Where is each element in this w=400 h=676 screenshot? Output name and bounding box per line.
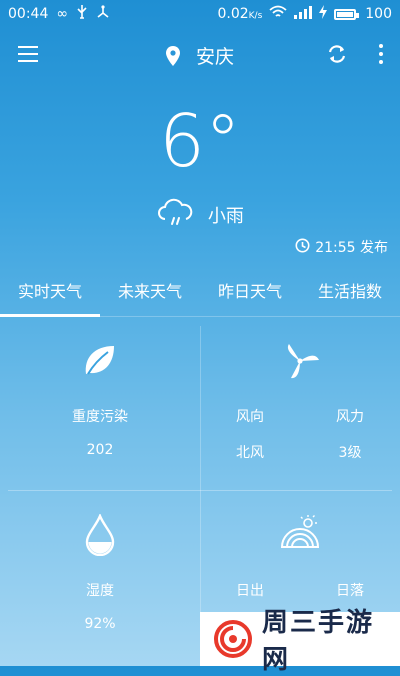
humidity-value: 92% bbox=[84, 616, 116, 632]
tab-life-index[interactable]: 生活指数 bbox=[300, 270, 400, 316]
tab-future[interactable]: 未来天气 bbox=[100, 270, 200, 316]
weather-condition: 小雨 bbox=[0, 198, 400, 233]
battery-icon bbox=[334, 8, 360, 20]
publish-time-text: 21:55 发布 bbox=[315, 240, 388, 256]
pollution-label: 重度污染 bbox=[72, 409, 128, 425]
horizontal-divider bbox=[8, 490, 392, 491]
tab-yesterday[interactable]: 昨日天气 bbox=[200, 270, 300, 316]
status-bar: 00:44 ∞ 0.02K/s 100 bbox=[0, 0, 400, 26]
wind-direction-label: 风向 bbox=[236, 409, 264, 425]
top-bar: 安庆 bbox=[0, 38, 400, 72]
wind-force-value: 3级 bbox=[338, 445, 362, 461]
more-icon[interactable] bbox=[378, 44, 384, 68]
watermark-logo: 周三手游网 bbox=[200, 608, 400, 675]
water-drop-icon bbox=[0, 512, 200, 560]
humidity-label: 湿度 bbox=[86, 583, 114, 599]
network-speed: 0.02K/s bbox=[217, 6, 263, 22]
tab-realtime[interactable]: 实时天气 bbox=[0, 270, 100, 317]
humidity-cell: 湿度 92% bbox=[0, 492, 200, 664]
watermark-text: 周三手游网 bbox=[262, 608, 375, 675]
sunrise-label: 日出 bbox=[236, 583, 264, 599]
charging-icon bbox=[319, 5, 328, 23]
publish-time: 21:55 发布 bbox=[295, 237, 388, 257]
wind-direction-value: 北风 bbox=[236, 445, 264, 461]
usb-icon bbox=[76, 5, 88, 23]
wifi-icon bbox=[269, 5, 287, 23]
condition-text: 小雨 bbox=[207, 206, 244, 227]
cloud-rain-icon bbox=[156, 198, 194, 233]
signal-icon bbox=[294, 5, 313, 23]
windmill-icon bbox=[200, 340, 400, 386]
watermark-swirl-icon bbox=[214, 620, 252, 658]
pollution-cell: 重度污染 202 bbox=[0, 318, 200, 490]
sunrise-icon bbox=[200, 514, 400, 554]
battery-level: 100 bbox=[365, 6, 392, 22]
refresh-icon[interactable] bbox=[326, 43, 348, 69]
sunset-label: 日落 bbox=[336, 583, 364, 599]
clock-icon bbox=[295, 238, 310, 257]
status-time: 00:44 bbox=[8, 6, 49, 22]
infinity-icon: ∞ bbox=[56, 6, 69, 22]
current-temperature: 6° bbox=[159, 99, 241, 183]
city-name: 安庆 bbox=[196, 46, 235, 68]
pollution-value: 202 bbox=[86, 442, 114, 458]
wind-force-label: 风力 bbox=[336, 409, 364, 425]
leaf-icon bbox=[0, 340, 200, 384]
location-pin-icon bbox=[165, 46, 180, 71]
share-icon bbox=[96, 5, 110, 23]
wind-cell: 风向 风力 北风 3级 bbox=[200, 318, 400, 490]
tab-bar: 实时天气 未来天气 昨日天气 生活指数 bbox=[0, 270, 400, 317]
